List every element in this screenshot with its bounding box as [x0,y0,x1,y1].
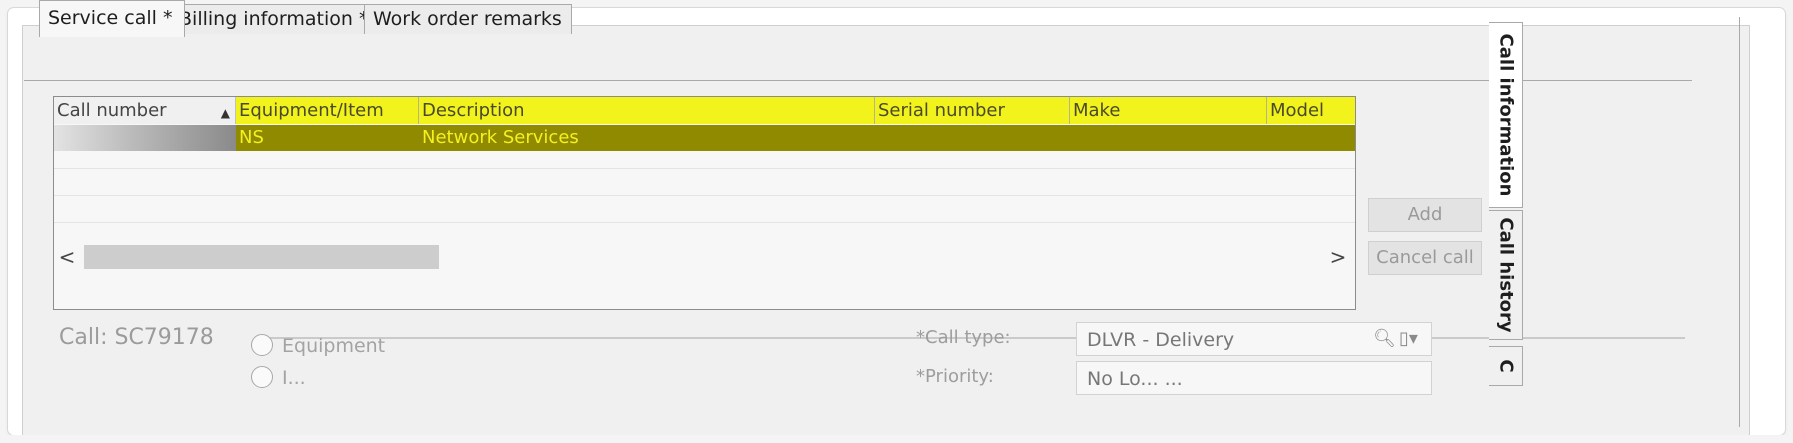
call-type-field[interactable]: DLVR - Delivery 🔍︎ ▯▾ [1076,322,1432,356]
cancel-call-button[interactable]: Cancel call [1368,241,1482,275]
side-tab-label: Call information [1495,33,1516,197]
scroll-right-icon[interactable]: > [1327,245,1349,269]
call-type-label: *Call type: [916,327,1011,348]
priority-field[interactable]: No Lo... ... [1076,361,1432,395]
call-type-value: DLVR - Delivery [1087,329,1235,351]
scroll-left-icon[interactable]: < [56,245,78,269]
scroll-thumb[interactable] [84,245,439,269]
column-header-make[interactable]: Make [1070,97,1267,124]
table-row[interactable]: NS Network Services [54,125,1355,151]
priority-label: *Priority: [916,366,994,387]
column-header-call-number[interactable]: Call number ▲ [54,97,236,124]
column-header-equipment-item[interactable]: Equipment/Item [236,97,419,124]
priority-value: No Lo... ... [1087,368,1183,390]
service-call-grid[interactable]: Call number ▲ Equipment/Item Description… [53,96,1356,310]
grid-row-divider [54,195,1355,196]
cell-model [1267,125,1355,151]
side-tab-label: Call history [1495,217,1516,333]
side-tab-border [1739,17,1740,427]
item-radio-label: I... [282,367,306,389]
equipment-radio-label: Equipment [282,335,386,357]
cell-serial-number [875,125,1070,151]
cell-description: Network Services [419,125,875,151]
horizontal-scrollbar[interactable]: < > [54,242,1355,272]
grid-header: Call number ▲ Equipment/Item Description… [54,97,1355,124]
side-tab-label: C [1495,359,1516,373]
tab-strip-divider [24,80,1692,81]
add-button[interactable]: Add [1368,198,1482,232]
column-header-label: Call number [57,100,167,121]
side-tab-more[interactable]: C [1489,346,1523,386]
cell-make [1070,125,1267,151]
side-tab-call-history[interactable]: Call history [1489,210,1523,340]
call-number-heading: Call: SC79178 [59,325,214,350]
cell-equipment-item: NS [236,125,419,151]
sort-up-arrow-icon: ▲ [220,106,230,120]
lookup-dropdown-icon[interactable]: ▯▾ [1399,328,1418,349]
search-icon[interactable]: 🔍︎ [1373,328,1396,349]
equipment-radio[interactable] [251,334,273,356]
column-header-description[interactable]: Description [419,97,875,124]
column-header-serial-number[interactable]: Serial number [875,97,1070,124]
tab-billing-information[interactable]: Billing information * [170,4,381,34]
cell-call-number [54,125,236,151]
tab-service-call[interactable]: Service call * [39,0,185,37]
tab-work-order-remarks[interactable]: Work order remarks [364,4,572,34]
grid-row-divider [54,222,1355,223]
page-margin [0,435,1793,443]
item-radio[interactable] [251,366,273,388]
column-header-model[interactable]: Model [1267,97,1355,124]
grid-row-divider [54,168,1355,169]
side-tab-call-information[interactable]: Call information [1489,22,1523,208]
